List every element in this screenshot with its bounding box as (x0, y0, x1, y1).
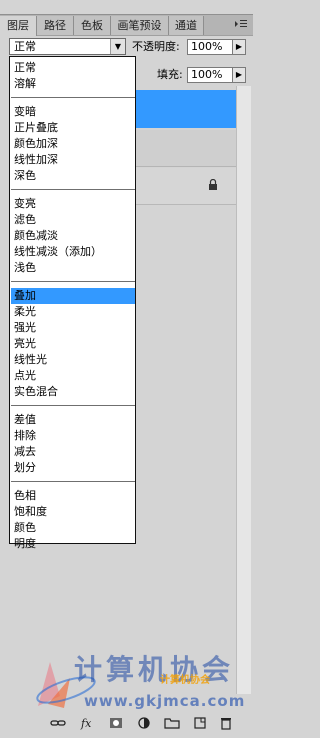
blend-mode-option[interactable]: 线性加深 (11, 152, 135, 168)
layer-row-selected[interactable] (135, 90, 236, 128)
blend-mode-option[interactable]: 变暗 (11, 104, 135, 120)
dropdown-separator (11, 281, 135, 282)
layers-panel: 图层 路径 色板 画笔预设 通道 正常 ▼ 不透明度: 100% ▶ 填充: 1… (0, 0, 253, 738)
blend-mode-option[interactable]: 点光 (11, 368, 135, 384)
tab-channels[interactable]: 通道 (169, 16, 204, 35)
blend-mode-dropdown-list: 正常 溶解变暗 正片叠底 颜色加深 线性加深 深色变亮 滤色 颜色减淡 线性减淡（添加） 浅色叠加… (9, 56, 136, 550)
layer-row[interactable] (135, 130, 236, 167)
blend-mode-value: 正常 (14, 40, 36, 53)
blend-mode-option[interactable]: 颜色减淡 (11, 228, 135, 244)
new-group-folder-icon[interactable] (164, 716, 180, 730)
dropdown-separator (11, 97, 135, 98)
layer-mask-icon[interactable] (108, 716, 124, 730)
layers-bottom-toolbar (0, 712, 253, 738)
dropdown-separator (11, 481, 135, 482)
opacity-label: 不透明度: (132, 40, 180, 53)
blend-mode-option[interactable]: 变亮 (11, 196, 135, 212)
blend-mode-option[interactable]: 叠加 (11, 288, 135, 304)
tab-paths[interactable]: 路径 (37, 16, 74, 35)
layer-list-scrollbar[interactable] (236, 86, 251, 694)
link-layers-icon[interactable] (50, 716, 66, 730)
fill-label: 填充: (157, 68, 183, 81)
dropdown-separator (11, 405, 135, 406)
blend-mode-option[interactable]: 划分 (11, 460, 135, 476)
layer-style-fx-icon[interactable]: fx (80, 716, 96, 730)
svg-text:fx: fx (80, 717, 92, 730)
opacity-slider-arrow-icon[interactable]: ▶ (232, 39, 246, 55)
tab-layers[interactable]: 图层 (0, 16, 37, 36)
lock-icon (208, 178, 218, 190)
blend-mode-option[interactable]: 线性光 (11, 352, 135, 368)
blend-mode-option[interactable]: 排除 (11, 428, 135, 444)
blend-mode-option[interactable]: 饱和度 (11, 504, 135, 520)
adjustment-layer-icon[interactable] (136, 716, 152, 730)
blend-mode-option[interactable]: 差值 (11, 412, 135, 428)
watermark-badge: 计算机协会 (160, 675, 210, 686)
blend-mode-option[interactable]: 正片叠底 (11, 120, 135, 136)
blend-mode-option[interactable]: 明度 (11, 536, 135, 552)
blend-mode-option[interactable]: 颜色加深 (11, 136, 135, 152)
blend-mode-option[interactable]: 柔光 (11, 304, 135, 320)
blend-mode-option[interactable]: 强光 (11, 320, 135, 336)
blend-mode-option[interactable]: 滤色 (11, 212, 135, 228)
chevron-down-icon[interactable]: ▼ (110, 39, 125, 54)
blend-mode-option[interactable]: 正常 (11, 60, 135, 76)
blend-mode-option[interactable]: 色相 (11, 488, 135, 504)
watermark-url: www.gkjmca.com (84, 692, 246, 710)
blend-mode-option[interactable]: 实色混合 (11, 384, 135, 400)
fill-field[interactable]: 100% (187, 67, 233, 83)
tab-swatches[interactable]: 色板 (74, 16, 111, 35)
panel-menu-icon[interactable] (234, 19, 248, 30)
dropdown-separator (11, 189, 135, 190)
layer-row-background[interactable] (135, 168, 236, 205)
blend-mode-option[interactable]: 溶解 (11, 76, 135, 92)
opacity-field[interactable]: 100% (187, 39, 233, 55)
blend-mode-option[interactable]: 亮光 (11, 336, 135, 352)
blend-mode-option[interactable]: 线性减淡（添加） (11, 244, 135, 260)
blend-mode-select[interactable]: 正常 ▼ (9, 38, 126, 55)
fill-slider-arrow-icon[interactable]: ▶ (232, 67, 246, 83)
trash-icon[interactable] (218, 716, 234, 730)
blend-mode-option[interactable]: 颜色 (11, 520, 135, 536)
tab-brush-presets[interactable]: 画笔预设 (111, 16, 169, 35)
new-layer-icon[interactable] (192, 716, 208, 730)
blend-mode-option[interactable]: 浅色 (11, 260, 135, 276)
panel-tab-bar: 图层 路径 色板 画笔预设 通道 (0, 14, 253, 36)
watermark: 计算机协会 www.gkjmca.com 计算机协会 (26, 650, 246, 714)
blend-mode-option[interactable]: 深色 (11, 168, 135, 184)
blend-mode-option[interactable]: 减去 (11, 444, 135, 460)
